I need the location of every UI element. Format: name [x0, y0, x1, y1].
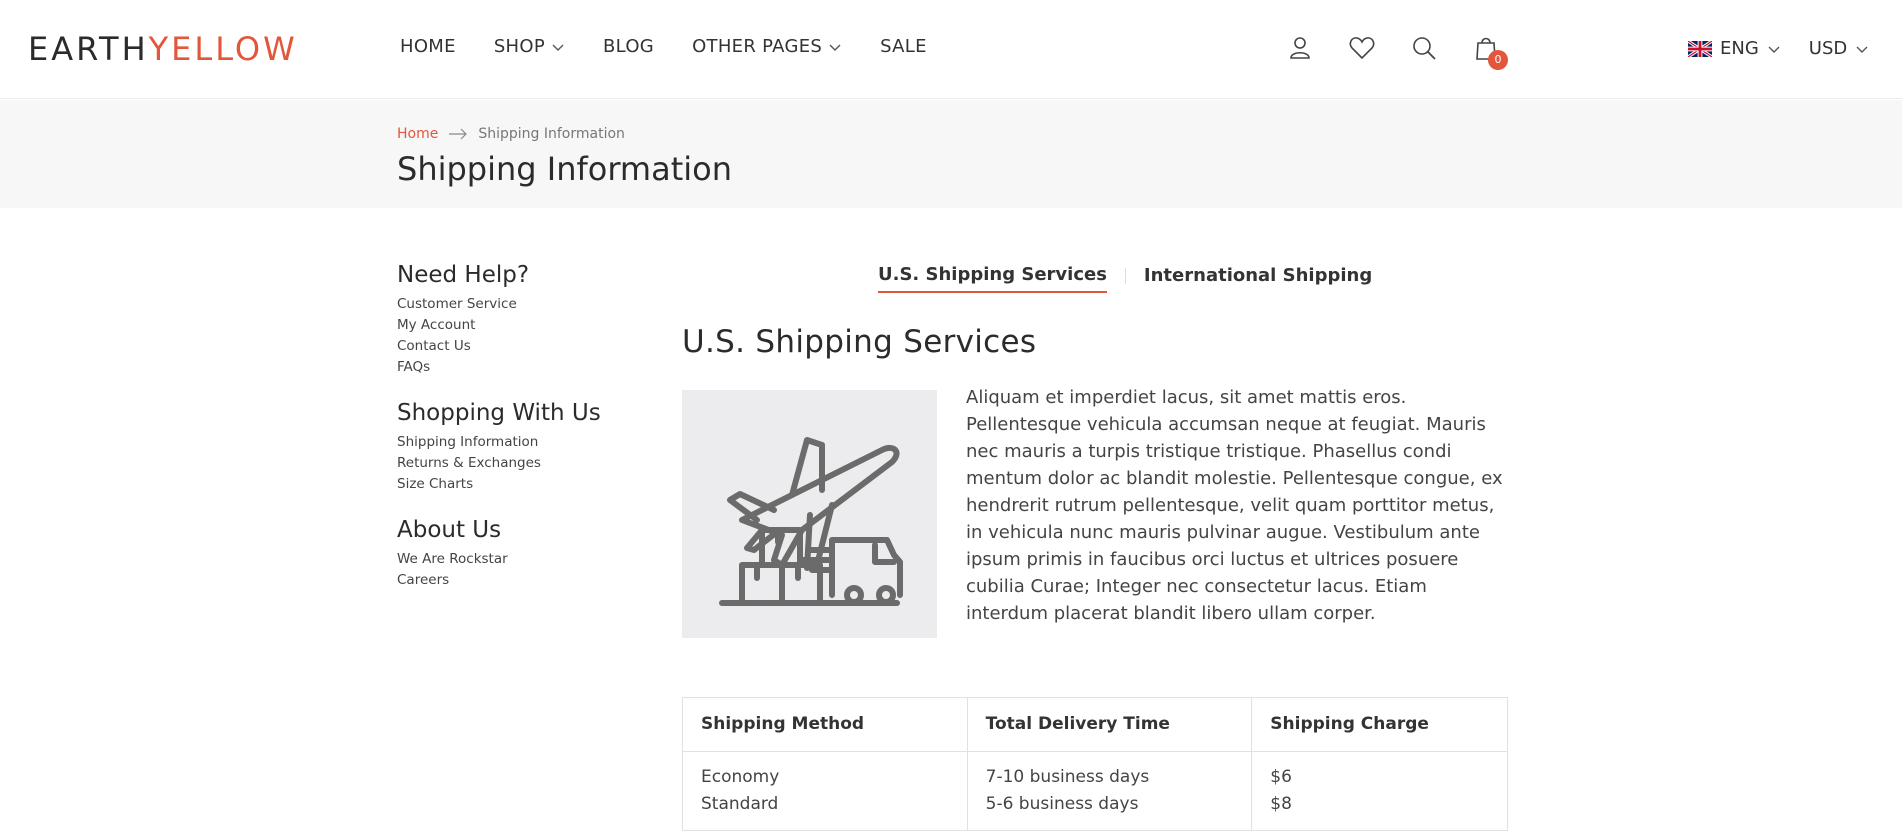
nav-blog-label: BLOG	[603, 36, 655, 57]
tab-divider	[1124, 267, 1126, 284]
nav-home[interactable]: HOME	[400, 36, 456, 57]
shipping-tabs: U.S. Shipping Services International Shi…	[878, 264, 1372, 293]
help-sidebar: Need Help? Customer Service My Account C…	[397, 262, 637, 613]
method-economy: Economy	[701, 767, 780, 787]
tab-international-shipping[interactable]: International Shipping	[1144, 265, 1372, 292]
logo-part-earth: EARTH	[28, 30, 149, 68]
sidebar-heading: Need Help?	[397, 262, 530, 288]
language-label: ENG	[1720, 38, 1759, 59]
sidebar-group-shopping-with-us: Shopping With Us Shipping Information Re…	[397, 400, 637, 495]
site-header: EARTHYELLOW HOME SHOP BLOG OTHER PAGES S…	[0, 0, 1902, 99]
breadcrumb-current: Shipping Information	[478, 126, 625, 142]
wishlist-button[interactable]	[1348, 34, 1376, 62]
sidebar-link-size-charts[interactable]: Size Charts	[397, 474, 637, 495]
sidebar-link-my-account[interactable]: My Account	[397, 315, 637, 336]
charge-cell: $6 $8	[1251, 751, 1508, 831]
breadcrumb-home-link[interactable]: Home	[397, 126, 438, 142]
sidebar-link-shipping-information[interactable]: Shipping Information	[397, 432, 637, 453]
nav-other-pages[interactable]: OTHER PAGES	[692, 36, 842, 57]
currency-label: USD	[1808, 38, 1848, 59]
page-header-band: Home Shipping Information Shipping Infor…	[0, 100, 1902, 208]
breadcrumb: Home Shipping Information	[397, 126, 625, 142]
site-logo[interactable]: EARTHYELLOW	[28, 30, 298, 68]
nav-sale[interactable]: SALE	[880, 36, 927, 57]
column-header-delivery-time: Total Delivery Time	[966, 697, 1253, 752]
nav-sale-label: SALE	[880, 36, 927, 57]
chevron-down-icon	[552, 44, 564, 51]
charge-standard: $8	[1270, 794, 1292, 814]
page-title: Shipping Information	[397, 150, 732, 188]
sidebar-link-faqs[interactable]: FAQs	[397, 357, 637, 378]
method-standard: Standard	[701, 794, 779, 814]
header-icons: 0	[1286, 34, 1508, 70]
sidebar-group-about-us: About Us We Are Rockstar Careers	[397, 517, 637, 591]
cart-button[interactable]: 0	[1472, 34, 1508, 70]
column-header-charge: Shipping Charge	[1251, 697, 1508, 752]
tab-us-shipping[interactable]: U.S. Shipping Services	[878, 264, 1107, 293]
shipping-table: Shipping Method Total Delivery Time Ship…	[682, 697, 1508, 831]
nav-shop-label: SHOP	[493, 36, 545, 57]
locale-switcher: ENG USD	[1688, 38, 1869, 59]
sidebar-link-contact-us[interactable]: Contact Us	[397, 336, 637, 357]
main-nav: HOME SHOP BLOG OTHER PAGES SALE	[400, 36, 927, 57]
arrow-right-icon	[449, 128, 468, 140]
chevron-down-icon	[829, 44, 841, 51]
nav-other-pages-label: OTHER PAGES	[692, 36, 823, 57]
sidebar-link-careers[interactable]: Careers	[397, 570, 637, 591]
section-title: U.S. Shipping Services	[682, 324, 1037, 360]
currency-select[interactable]: USD	[1809, 38, 1869, 59]
language-select[interactable]: ENG	[1688, 38, 1781, 59]
nav-blog[interactable]: BLOG	[603, 36, 654, 57]
user-icon	[1290, 37, 1310, 59]
search-button[interactable]	[1410, 34, 1438, 62]
sidebar-heading: Shopping With Us	[397, 400, 601, 426]
cart-count-badge: 0	[1488, 50, 1508, 70]
sidebar-group-need-help: Need Help? Customer Service My Account C…	[397, 262, 637, 378]
delivery-time-cell: 7-10 business days 5-6 business days	[966, 751, 1253, 831]
heart-icon	[1349, 37, 1375, 60]
sidebar-link-customer-service[interactable]: Customer Service	[397, 294, 637, 315]
chevron-down-icon	[1856, 46, 1868, 53]
charge-economy: $6	[1270, 767, 1292, 787]
shipping-illustration	[682, 390, 937, 638]
column-header-method: Shipping Method	[682, 697, 968, 752]
chevron-down-icon	[1768, 46, 1780, 53]
delivery-time-standard: 5-6 business days	[985, 794, 1139, 814]
section-paragraph: Aliquam et imperdiet lacus, sit amet mat…	[966, 387, 1503, 624]
table-header-row: Shipping Method Total Delivery Time Ship…	[682, 697, 1508, 752]
sidebar-link-we-are-rockstar[interactable]: We Are Rockstar	[397, 549, 637, 570]
logo-part-yellow: YELLOW	[148, 30, 298, 68]
delivery-time-economy: 7-10 business days	[985, 767, 1150, 787]
uk-flag-icon	[1688, 40, 1712, 57]
nav-home-label: HOME	[400, 36, 456, 57]
search-icon	[1413, 37, 1436, 60]
account-button[interactable]	[1286, 34, 1314, 62]
sidebar-heading: About Us	[397, 517, 502, 543]
table-row: Economy Standard 7-10 business days 5-6 …	[682, 751, 1508, 831]
plane-truck-icon	[719, 437, 903, 606]
nav-shop[interactable]: SHOP	[494, 36, 565, 57]
sidebar-link-returns-exchanges[interactable]: Returns & Exchanges	[397, 453, 637, 474]
method-cell: Economy Standard	[682, 751, 968, 831]
